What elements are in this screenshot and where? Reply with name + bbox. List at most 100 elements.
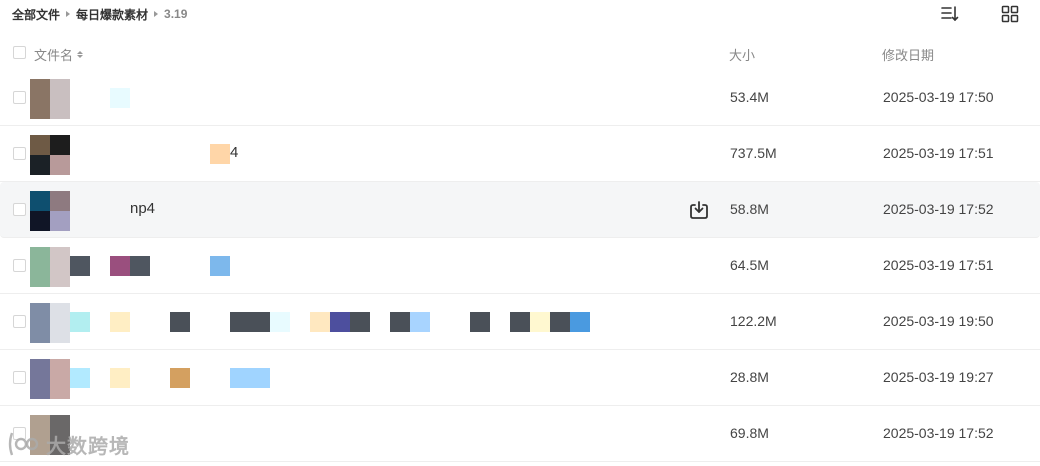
redacted-block	[110, 88, 130, 108]
video-thumbnail[interactable]	[30, 303, 70, 343]
watermark-logo: 大数跨境	[6, 428, 130, 460]
redacted-block	[130, 256, 150, 276]
file-list: 53.4M 2025-03-19 17:50 4 737.5M 2025-03-…	[0, 70, 1040, 462]
column-header-name[interactable]: 文件名	[34, 45, 84, 64]
redacted-block	[550, 312, 570, 332]
file-row[interactable]: 28.8M 2025-03-19 19:27	[0, 350, 1040, 406]
file-row[interactable]: 53.4M 2025-03-19 17:50	[0, 70, 1040, 126]
thumbnail-tile	[30, 303, 50, 323]
file-date: 2025-03-19 17:50	[883, 89, 994, 105]
thumbnail-tile	[50, 99, 70, 119]
redacted-block	[510, 312, 530, 332]
thumbnail-tile	[30, 323, 50, 343]
redacted-block	[70, 256, 90, 276]
file-name[interactable]: 4	[80, 144, 238, 164]
file-row[interactable]: 69.8M 2025-03-19 17:52	[0, 406, 1040, 462]
file-row[interactable]: 4 737.5M 2025-03-19 17:51	[0, 126, 1040, 182]
redacted-block	[350, 312, 370, 332]
thumbnail-tile	[50, 379, 70, 399]
sort-list-icon[interactable]	[940, 4, 960, 24]
file-row[interactable]: 64.5M 2025-03-19 17:51	[0, 238, 1040, 294]
row-checkbox[interactable]	[13, 203, 26, 216]
video-thumbnail[interactable]	[30, 79, 70, 119]
redacted-block	[110, 256, 130, 276]
file-date: 2025-03-19 17:52	[883, 201, 994, 217]
redacted-block	[310, 312, 330, 332]
watermark-logo-icon	[8, 432, 39, 456]
thumbnail-tile	[30, 247, 50, 267]
thumbnail-tile	[50, 191, 70, 211]
file-date: 2025-03-19 17:52	[883, 425, 994, 441]
redacted-block	[410, 312, 430, 332]
thumbnail-tile	[30, 99, 50, 119]
file-name-text: np4	[130, 200, 156, 217]
breadcrumb-daily-materials[interactable]: 每日爆款素材	[76, 6, 148, 23]
redacted-block	[70, 368, 90, 388]
file-date: 2025-03-19 19:50	[883, 313, 994, 329]
thumbnail-tile	[30, 135, 50, 155]
file-size: 28.8M	[730, 369, 769, 385]
breadcrumb-separator-icon	[154, 11, 159, 17]
breadcrumb-all-files[interactable]: 全部文件	[12, 6, 60, 23]
thumbnail-tile	[50, 267, 70, 287]
redacted-block	[170, 368, 190, 388]
thumbnail-tile	[50, 155, 70, 175]
redacted-block	[470, 312, 490, 332]
column-header-date[interactable]: 修改日期	[882, 45, 934, 64]
file-list-header: 文件名 大小 修改日期	[0, 36, 1040, 70]
row-checkbox[interactable]	[13, 259, 26, 272]
redacted-block	[110, 368, 130, 388]
file-date: 2025-03-19 17:51	[883, 145, 994, 161]
thumbnail-tile	[30, 191, 50, 211]
redacted-block	[110, 312, 130, 332]
breadcrumb-separator-icon	[66, 11, 71, 17]
redacted-block	[390, 312, 410, 332]
redacted-block	[210, 144, 230, 164]
redacted-block	[570, 312, 590, 332]
thumbnail-tile	[30, 79, 50, 99]
thumbnail-tile	[30, 359, 50, 379]
thumbnail-tile	[30, 211, 50, 231]
file-size: 737.5M	[730, 145, 777, 161]
row-checkbox[interactable]	[13, 371, 26, 384]
column-header-name-label: 文件名	[34, 48, 74, 63]
sort-arrows-icon[interactable]	[77, 51, 84, 58]
watermark-text: 大数跨境	[46, 435, 130, 458]
thumbnail-tile	[50, 303, 70, 323]
file-size: 122.2M	[730, 313, 777, 329]
video-thumbnail[interactable]	[30, 135, 70, 175]
thumbnail-tile	[30, 155, 50, 175]
video-thumbnail[interactable]	[30, 247, 70, 287]
thumbnail-tile	[30, 379, 50, 399]
breadcrumb: 全部文件 每日爆款素材 3.19	[12, 5, 187, 23]
thumbnail-tile	[50, 247, 70, 267]
thumbnail-tile	[50, 323, 70, 343]
video-thumbnail[interactable]	[30, 359, 70, 399]
file-size: 64.5M	[730, 257, 769, 273]
download-icon[interactable]	[688, 199, 710, 221]
row-checkbox[interactable]	[13, 91, 26, 104]
file-size: 58.8M	[730, 201, 769, 217]
thumbnail-tile	[50, 359, 70, 379]
redacted-block	[230, 368, 270, 388]
thumbnail-tile	[50, 211, 70, 231]
redacted-block	[330, 312, 350, 332]
file-size: 69.8M	[730, 425, 769, 441]
row-checkbox[interactable]	[13, 147, 26, 160]
redacted-block	[230, 312, 270, 332]
file-row[interactable]: 122.2M 2025-03-19 19:50	[0, 294, 1040, 350]
file-date: 2025-03-19 17:51	[883, 257, 994, 273]
redacted-block	[530, 312, 550, 332]
thumbnail-tile	[50, 135, 70, 155]
column-header-size[interactable]: 大小	[729, 45, 755, 64]
breadcrumb-current-folder: 3.19	[164, 7, 188, 21]
grid-view-icon[interactable]	[1000, 4, 1020, 24]
redacted-block	[210, 256, 230, 276]
file-row[interactable]: np4 58.8M 2025-03-19 17:52	[0, 182, 1040, 238]
file-name[interactable]: np4	[80, 200, 155, 220]
redacted-block	[270, 312, 290, 332]
select-all-checkbox[interactable]	[13, 46, 26, 59]
video-thumbnail[interactable]	[30, 191, 70, 231]
row-checkbox[interactable]	[13, 315, 26, 328]
thumbnail-tile	[30, 267, 50, 287]
